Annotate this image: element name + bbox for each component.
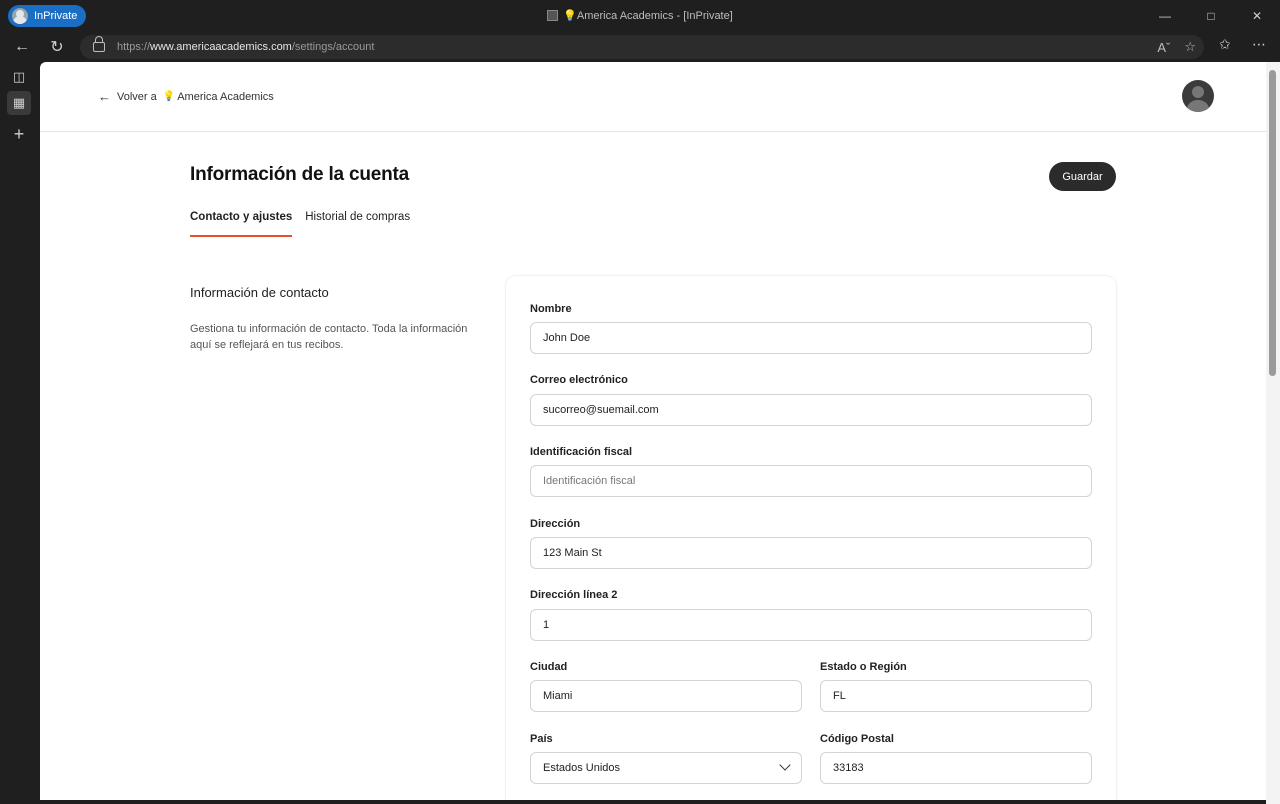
state-label: Estado o Región <box>820 661 907 673</box>
favorite-star-icon[interactable]: ☆ <box>1184 39 1196 55</box>
minimize-icon[interactable]: — <box>1142 0 1188 32</box>
address2-label: Dirección línea 2 <box>530 589 618 601</box>
window-title-text: America Academics - [InPrivate] <box>576 10 733 22</box>
tab-contact-settings[interactable]: Contacto y ajustes <box>190 211 293 237</box>
window-controls: — □ ✕ <box>1142 0 1280 32</box>
chevron-down-icon <box>779 759 791 771</box>
scrollbar-thumb[interactable] <box>1269 70 1276 376</box>
name-label: Nombre <box>530 303 572 315</box>
favorites-icon[interactable]: ✩ <box>1219 36 1231 53</box>
contact-section-title: Información de contacto <box>190 285 329 300</box>
url-text[interactable]: https://www.americaacademics.com/setting… <box>117 41 374 53</box>
site-favicon-icon <box>547 10 559 21</box>
city-input[interactable]: Miami <box>530 680 802 712</box>
tax-id-label: Identificación fiscal <box>530 446 633 458</box>
lock-icon <box>93 36 105 52</box>
back-to-site-link[interactable]: ← Volver a 💡 America Academics <box>98 89 274 104</box>
page-scrollbar[interactable] <box>1266 62 1280 804</box>
page-viewport: ← Volver a 💡 America Academics Informaci… <box>40 62 1266 800</box>
back-site-name: America Academics <box>177 90 274 103</box>
postal-code-label: Código Postal <box>820 733 894 745</box>
url-prefix: https:// <box>117 41 151 53</box>
browser-sidebar: ◫ ▦ + <box>0 62 40 804</box>
postal-code-input[interactable]: 33183 <box>820 752 1092 784</box>
tax-id-input[interactable]: Identificación fiscal <box>530 465 1092 497</box>
contact-form-card: Nombre John Doe Correo electrónico sucor… <box>506 276 1116 800</box>
city-label: Ciudad <box>530 661 568 673</box>
navigation-bar: ← ↻ https://www.americaacademics.com/set… <box>0 32 1280 62</box>
page-title: Información de la cuenta <box>190 164 410 185</box>
window-title: 💡America Academics - [InPrivate] <box>0 9 1280 22</box>
address2-input[interactable]: 1 <box>530 609 1092 641</box>
lightbulb-icon: 💡 <box>162 91 176 102</box>
more-menu-icon[interactable]: ⋯ <box>1252 36 1266 53</box>
active-tab-favicon-icon[interactable]: ▦ <box>7 91 31 115</box>
new-tab-plus-icon[interactable]: + <box>7 122 31 146</box>
country-select[interactable]: Estados Unidos <box>530 752 802 784</box>
back-label: Volver a <box>117 90 157 103</box>
url-path: /settings/account <box>291 41 375 53</box>
title-bar: InPrivate 💡America Academics - [InPrivat… <box>0 0 1280 32</box>
page-header: ← Volver a 💡 America Academics <box>40 62 1266 132</box>
contact-section-description: Gestiona tu información de contacto. Tod… <box>190 323 468 351</box>
email-input[interactable]: sucorreo@suemail.com <box>530 394 1092 426</box>
name-input[interactable]: John Doe <box>530 322 1092 354</box>
save-button[interactable]: Guardar <box>1049 162 1116 191</box>
read-aloud-icon[interactable]: Aˇ <box>1157 40 1170 55</box>
refresh-icon[interactable]: ↻ <box>46 36 68 58</box>
country-selected-value: Estados Unidos <box>543 762 621 774</box>
user-avatar[interactable] <box>1182 80 1214 112</box>
tab-actions-icon[interactable]: ◫ <box>7 65 31 89</box>
email-label: Correo electrónico <box>530 374 628 386</box>
url-domain: www.americaacademics.com <box>150 41 292 53</box>
address-label: Dirección <box>530 518 581 530</box>
left-arrow-icon: ← <box>98 89 111 104</box>
close-icon[interactable]: ✕ <box>1234 0 1280 32</box>
tab-purchase-history[interactable]: Historial de compras <box>305 211 410 237</box>
address-bar[interactable]: https://www.americaacademics.com/setting… <box>80 35 1204 59</box>
window-title-bulb: 💡 <box>563 10 577 22</box>
tabs: Contacto y ajustes Historial de compras <box>190 211 410 237</box>
state-input[interactable]: FL <box>820 680 1092 712</box>
maximize-icon[interactable]: □ <box>1188 0 1234 32</box>
country-label: País <box>530 733 553 745</box>
address-input[interactable]: 123 Main St <box>530 537 1092 569</box>
back-arrow-icon[interactable]: ← <box>11 36 33 58</box>
